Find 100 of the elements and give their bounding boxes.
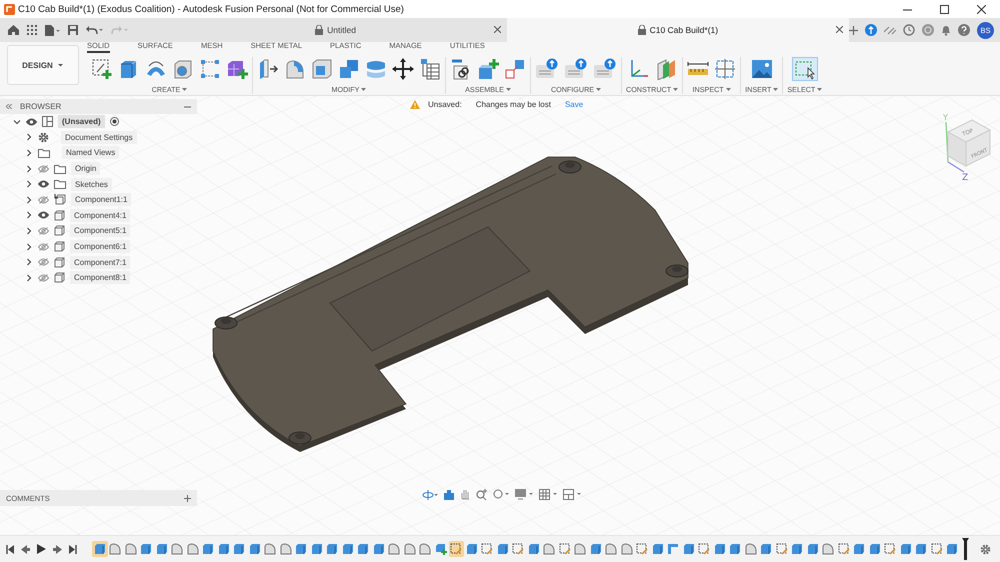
tree-item[interactable]: Component8:1: [70, 271, 130, 284]
timeline-feature[interactable]: [232, 541, 247, 557]
timeline-feature[interactable]: [572, 541, 588, 557]
display-settings-icon[interactable]: [515, 489, 533, 500]
collapse-panel-icon[interactable]: [6, 104, 12, 109]
expand-icon[interactable]: [25, 211, 33, 220]
tree-item[interactable]: Document Settings: [61, 130, 137, 144]
timeline-feature[interactable]: [170, 541, 185, 557]
timeline-feature[interactable]: [929, 541, 944, 557]
tree-item[interactable]: Component7:1: [70, 256, 130, 269]
tree-item[interactable]: Origin: [71, 162, 100, 176]
timeline-feature[interactable]: [696, 541, 712, 557]
timeline-feature[interactable]: [728, 541, 743, 557]
timeline-feature[interactable]: [386, 541, 402, 557]
timeline-feature[interactable]: [480, 541, 495, 557]
timeline-feature[interactable]: [200, 541, 216, 557]
timeline-feature[interactable]: [324, 541, 340, 557]
combine-icon[interactable]: [338, 58, 360, 80]
look-at-icon[interactable]: [444, 490, 454, 500]
timeline-feature[interactable]: [510, 541, 526, 557]
file-menu-icon[interactable]: [45, 24, 60, 36]
tree-item[interactable]: Component6:1: [70, 240, 130, 254]
collapse-icon[interactable]: [13, 118, 21, 126]
timeline-feature[interactable]: [340, 541, 356, 557]
document-tab[interactable]: C10 Cab Build*(1): [506, 18, 849, 42]
timeline-feature[interactable]: [92, 541, 108, 557]
timeline-feature[interactable]: [356, 541, 371, 557]
move-icon[interactable]: [392, 58, 414, 80]
pattern-icon[interactable]: [199, 58, 221, 80]
timeline-marker[interactable]: [962, 538, 969, 560]
fillet-icon[interactable]: [284, 58, 306, 80]
save-link[interactable]: Save: [564, 100, 584, 109]
eye-icon[interactable]: [38, 180, 49, 188]
bell-icon[interactable]: [940, 24, 951, 36]
timeline-feature[interactable]: [294, 541, 309, 557]
minimize-panel-icon[interactable]: [184, 106, 191, 108]
eye-icon[interactable]: [38, 211, 49, 220]
timeline-feature[interactable]: [666, 541, 681, 557]
tree-item[interactable]: Component5:1: [70, 224, 130, 238]
timeline-feature[interactable]: [867, 541, 882, 557]
timeline-feature[interactable]: [820, 541, 836, 557]
timeline-feature[interactable]: [371, 541, 386, 557]
eye-icon[interactable]: [26, 118, 37, 126]
timeline-feature[interactable]: [278, 541, 294, 557]
expand-icon[interactable]: [25, 148, 33, 157]
timeline-feature[interactable]: [526, 541, 542, 557]
timeline-feature[interactable]: [262, 541, 278, 557]
timeline-feature[interactable]: [588, 541, 604, 557]
expand-icon[interactable]: [25, 133, 33, 142]
timeline-feature[interactable]: [604, 541, 619, 557]
tree-item[interactable]: Sketches: [71, 178, 112, 191]
timeline-feature[interactable]: [790, 541, 805, 557]
press-pull-icon[interactable]: [257, 58, 279, 80]
expand-icon[interactable]: [25, 226, 33, 235]
expand-icon[interactable]: [25, 180, 33, 188]
rigid-group-icon[interactable]: [504, 58, 526, 80]
timeline-feature[interactable]: [108, 541, 123, 557]
orbit-icon[interactable]: [422, 490, 438, 500]
timeline-feature[interactable]: [448, 541, 464, 557]
save-icon[interactable]: [68, 25, 78, 35]
timeline-feature[interactable]: [433, 541, 448, 557]
timeline-feature[interactable]: [914, 541, 929, 557]
fit-icon[interactable]: [493, 489, 509, 500]
hidden-eye-icon[interactable]: [38, 164, 49, 173]
help-icon[interactable]: [958, 24, 970, 36]
expand-icon[interactable]: [25, 196, 33, 204]
home-icon[interactable]: [8, 25, 19, 35]
maximize-icon[interactable]: [940, 4, 949, 14]
apps-grid-icon[interactable]: [27, 25, 37, 35]
hole-icon[interactable]: [172, 58, 194, 80]
tree-item[interactable]: Component4:1: [70, 208, 130, 222]
hidden-eye-icon[interactable]: [38, 196, 49, 204]
timeline-feature[interactable]: [557, 541, 572, 557]
select-icon[interactable]: [792, 57, 818, 81]
timeline-feature[interactable]: [774, 541, 790, 557]
section-icon[interactable]: [714, 58, 736, 80]
timeline-feature[interactable]: [542, 541, 557, 557]
add-comment-icon[interactable]: [184, 494, 191, 502]
configure-icon[interactable]: [535, 58, 559, 80]
zoom-icon[interactable]: [476, 489, 487, 500]
timeline-feature[interactable]: [852, 541, 867, 557]
expand-icon[interactable]: [25, 274, 33, 282]
timeline-feature[interactable]: [758, 541, 774, 557]
timeline-feature[interactable]: [309, 541, 324, 557]
workspace-dropdown[interactable]: DESIGN: [7, 45, 79, 85]
viewports-icon[interactable]: [563, 489, 581, 500]
form-icon[interactable]: [226, 58, 248, 80]
hidden-eye-icon[interactable]: [38, 226, 49, 235]
plane-icon[interactable]: [654, 58, 677, 80]
job-status-icon[interactable]: [902, 24, 915, 36]
hidden-eye-icon[interactable]: [38, 274, 49, 282]
timeline-feature[interactable]: [418, 541, 433, 557]
plate-model[interactable]: [212, 156, 688, 452]
close-tab-icon[interactable]: [494, 26, 501, 33]
expand-icon[interactable]: [25, 258, 33, 266]
expand-icon[interactable]: [25, 164, 33, 173]
upload-icon[interactable]: [864, 24, 877, 36]
table-icon[interactable]: [419, 58, 441, 80]
timeline-feature[interactable]: [634, 541, 650, 557]
step-back-icon[interactable]: [21, 544, 30, 554]
